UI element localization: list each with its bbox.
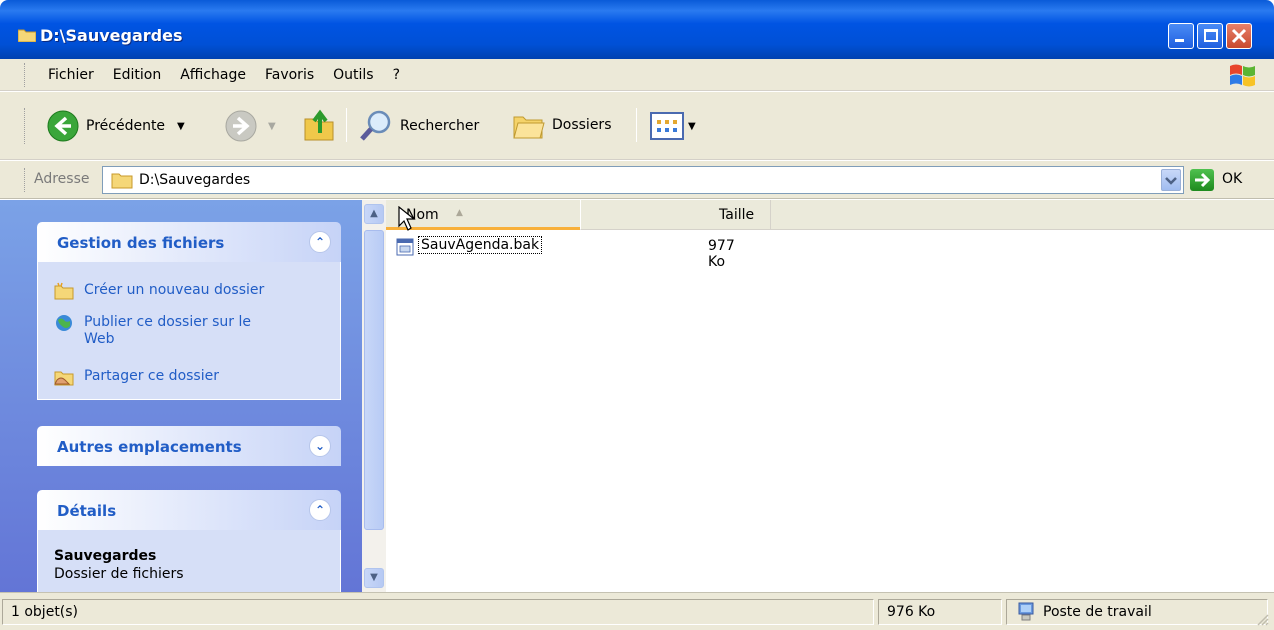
title-bar: D:\Sauvegardes bbox=[0, 0, 1274, 59]
address-dropdown-button[interactable] bbox=[1161, 169, 1181, 191]
collapse-icon[interactable]: ⌃ bbox=[309, 499, 331, 521]
details-type: Dossier de fichiers bbox=[54, 566, 184, 582]
details-title: Détails bbox=[57, 502, 117, 520]
toolbar-separator bbox=[636, 108, 637, 142]
file-name[interactable]: SauvAgenda.bak bbox=[418, 236, 543, 254]
new-folder-label: Créer un nouveau dossier bbox=[84, 282, 265, 298]
menu-help[interactable]: ? bbox=[393, 67, 400, 83]
status-bar: 1 objet(s) 976 Ko Poste de travail bbox=[0, 592, 1274, 630]
go-button[interactable] bbox=[1190, 169, 1214, 191]
search-icon bbox=[360, 110, 391, 141]
address-label: Adresse bbox=[34, 171, 90, 187]
scroll-thumb[interactable] bbox=[364, 230, 384, 530]
search-button[interactable]: Rechercher bbox=[358, 109, 479, 143]
back-button[interactable]: Précédente ▼ bbox=[46, 109, 185, 143]
up-folder-button[interactable] bbox=[302, 107, 336, 143]
file-size: 977 Ko bbox=[708, 238, 735, 270]
status-count: 1 objet(s) bbox=[11, 604, 79, 620]
menu-grip bbox=[24, 63, 27, 87]
file-tasks-title: Gestion des fichiers bbox=[57, 234, 225, 252]
menu-affichage[interactable]: Affichage bbox=[180, 67, 246, 83]
toolbar-separator bbox=[346, 108, 347, 142]
folders-icon bbox=[513, 116, 545, 139]
folder-up-icon bbox=[304, 109, 334, 141]
details-header[interactable]: Détails ⌃ bbox=[37, 490, 341, 530]
maximize-button[interactable] bbox=[1197, 23, 1223, 49]
status-size: 976 Ko bbox=[887, 604, 936, 620]
windows-logo-icon bbox=[1230, 64, 1255, 87]
status-count-cell: 1 objet(s) bbox=[2, 599, 874, 625]
close-icon bbox=[1231, 28, 1247, 44]
new-folder-icon bbox=[54, 282, 74, 300]
forward-dropdown-icon[interactable]: ▼ bbox=[268, 121, 276, 132]
address-input[interactable]: D:\Sauvegardes bbox=[102, 166, 1184, 194]
scroll-up-button[interactable]: ▲ bbox=[364, 204, 384, 224]
toolbar: Précédente ▼ ▼ Rechercher Dossiers ▼ bbox=[0, 92, 1274, 160]
views-button[interactable]: ▼ bbox=[650, 112, 696, 140]
vertical-scrollbar[interactable]: ▲ ▼ bbox=[362, 200, 386, 592]
menu-bar: Fichier Edition Affichage Favoris Outils… bbox=[0, 59, 1274, 91]
go-arrow-icon bbox=[1195, 172, 1211, 188]
publish-web-label: Publier ce dossier sur le Web bbox=[84, 314, 251, 347]
menu-edition[interactable]: Edition bbox=[113, 67, 161, 83]
share-folder-task[interactable]: Partager ce dossier bbox=[54, 368, 219, 386]
file-tasks-panel: Gestion des fichiers ⌃ Créer un nouveau … bbox=[37, 222, 341, 400]
back-label: Précédente bbox=[86, 118, 166, 134]
minimize-icon bbox=[1175, 39, 1184, 42]
file-tasks-body: Créer un nouveau dossier Publier ce doss… bbox=[37, 262, 341, 400]
status-location: Poste de travail bbox=[1043, 604, 1152, 620]
task-pane: Gestion des fichiers ⌃ Créer un nouveau … bbox=[0, 200, 362, 592]
other-places-header[interactable]: Autres emplacements ⌄ bbox=[37, 426, 341, 466]
window-title: D:\Sauvegardes bbox=[40, 26, 183, 45]
close-button[interactable] bbox=[1226, 23, 1252, 49]
toolbar-grip bbox=[24, 108, 27, 144]
menu-fichier[interactable]: Fichier bbox=[48, 67, 94, 83]
column-size-label: Taille bbox=[719, 207, 755, 223]
menu-outils[interactable]: Outils bbox=[333, 67, 373, 83]
minimize-button[interactable] bbox=[1168, 23, 1194, 49]
status-size-cell: 976 Ko bbox=[878, 599, 1002, 625]
mouse-cursor-icon bbox=[398, 206, 416, 231]
go-label[interactable]: OK bbox=[1222, 171, 1242, 187]
computer-icon bbox=[1018, 602, 1034, 621]
details-panel: Détails ⌃ Sauvegardes Dossier de fichier… bbox=[37, 490, 341, 592]
file-icon bbox=[396, 238, 414, 256]
folder-icon bbox=[111, 173, 133, 189]
file-tasks-header[interactable]: Gestion des fichiers ⌃ bbox=[37, 222, 341, 262]
folder-icon bbox=[18, 29, 36, 42]
sort-ascending-icon: ▲ bbox=[456, 208, 463, 218]
views-dropdown-icon[interactable]: ▼ bbox=[688, 121, 696, 132]
globe-icon bbox=[56, 315, 72, 331]
menu-favoris[interactable]: Favoris bbox=[265, 67, 314, 83]
chevron-down-icon bbox=[1165, 177, 1177, 185]
publish-web-task[interactable]: Publier ce dossier sur le Web bbox=[54, 314, 284, 348]
new-folder-task[interactable]: Créer un nouveau dossier bbox=[54, 282, 264, 300]
status-location-cell: Poste de travail bbox=[1006, 599, 1268, 625]
column-header-empty bbox=[770, 200, 1274, 230]
expand-icon[interactable]: ⌄ bbox=[309, 435, 331, 457]
address-grip bbox=[24, 168, 27, 192]
forward-arrow-icon bbox=[225, 110, 257, 142]
address-value: D:\Sauvegardes bbox=[139, 172, 251, 188]
scroll-down-button[interactable]: ▼ bbox=[364, 568, 384, 588]
column-header-size[interactable]: Taille bbox=[580, 200, 770, 230]
maximize-icon bbox=[1204, 29, 1218, 42]
search-label: Rechercher bbox=[400, 118, 480, 134]
folders-label: Dossiers bbox=[552, 117, 612, 133]
other-places-panel: Autres emplacements ⌄ bbox=[37, 426, 341, 466]
folders-button[interactable]: Dossiers bbox=[512, 109, 612, 141]
views-icon bbox=[650, 112, 684, 140]
resize-grip-icon[interactable] bbox=[1256, 613, 1270, 627]
back-arrow-icon bbox=[47, 110, 79, 142]
collapse-icon[interactable]: ⌃ bbox=[309, 231, 331, 253]
file-list[interactable]: Nom ▲ Taille SauvAgenda.bak 977 Ko bbox=[386, 200, 1274, 592]
other-places-title: Autres emplacements bbox=[57, 438, 242, 456]
share-folder-icon bbox=[54, 371, 74, 386]
back-dropdown-icon[interactable]: ▼ bbox=[177, 121, 185, 132]
forward-button[interactable]: ▼ bbox=[224, 109, 276, 143]
share-folder-label: Partager ce dossier bbox=[84, 368, 219, 384]
address-bar: Adresse D:\Sauvegardes OK bbox=[0, 161, 1274, 199]
details-body: Sauvegardes Dossier de fichiers bbox=[37, 530, 341, 592]
details-name: Sauvegardes bbox=[54, 548, 157, 564]
